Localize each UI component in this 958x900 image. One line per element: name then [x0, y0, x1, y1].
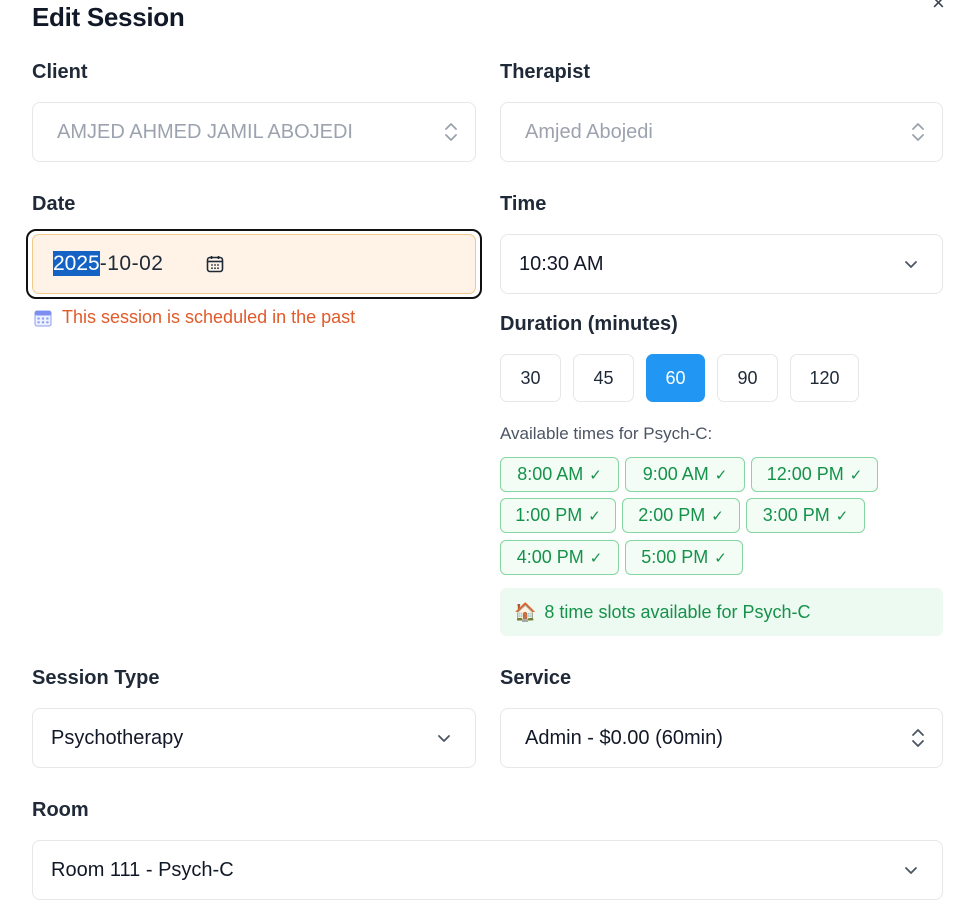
- time-slot[interactable]: 1:00 PM ✓: [500, 498, 616, 533]
- availability-summary-text: 8 time slots available for Psych-C: [544, 601, 811, 622]
- warning-text: This session is scheduled in the past: [62, 307, 356, 327]
- time-slot[interactable]: 5:00 PM ✓: [625, 540, 743, 575]
- available-times-heading: Available times for Psych-C:: [500, 424, 713, 443]
- chevron-down-icon: [905, 867, 917, 874]
- calendar-icon: [34, 310, 52, 326]
- duration-option-60[interactable]: 60: [646, 354, 705, 402]
- check-icon: ✓: [849, 466, 863, 484]
- time-slot[interactable]: 2:00 PM ✓: [622, 498, 740, 533]
- close-icon[interactable]: ×: [932, 0, 945, 14]
- updown-icon: [912, 123, 924, 141]
- room-select[interactable]: Room 111 - Psych-C: [32, 840, 943, 900]
- session-type-select[interactable]: Psychotherapy: [32, 708, 476, 768]
- calendar-icon[interactable]: [205, 254, 225, 274]
- availability-summary: 🏠 8 time slots available for Psych-C: [500, 588, 943, 636]
- room-value: Room 111 - Psych-C: [51, 858, 234, 881]
- duration-option-45[interactable]: 45: [573, 354, 634, 402]
- date-rest: -10-02: [99, 252, 164, 275]
- time-slot[interactable]: 12:00 PM ✓: [751, 457, 878, 492]
- date-input[interactable]: 2025 -10-02: [32, 234, 476, 294]
- session-type-value: Psychotherapy: [51, 726, 184, 749]
- date-year-segment[interactable]: 2025: [53, 251, 100, 276]
- time-label: Time: [500, 193, 547, 215]
- therapist-select[interactable]: Amjed Abojedi: [500, 102, 943, 162]
- updown-icon: [912, 729, 924, 747]
- house-icon: 🏠: [514, 601, 537, 622]
- time-value: 10:30 AM: [519, 252, 604, 275]
- check-icon: ✓: [835, 507, 849, 525]
- time-slot[interactable]: 8:00 AM ✓: [500, 457, 619, 492]
- check-icon: ✓: [714, 466, 728, 484]
- chevron-down-icon: [438, 735, 450, 742]
- check-icon: ✓: [589, 466, 602, 484]
- past-date-warning: This session is scheduled in the past: [34, 307, 355, 328]
- duration-option-90[interactable]: 90: [717, 354, 778, 402]
- check-icon: ✓: [714, 549, 727, 567]
- time-slot[interactable]: 4:00 PM ✓: [500, 540, 619, 575]
- duration-label: Duration (minutes): [500, 313, 678, 335]
- client-select[interactable]: AMJED AHMED JAMIL ABOJEDI: [32, 102, 476, 162]
- time-select[interactable]: 10:30 AM: [500, 234, 943, 294]
- check-icon: ✓: [711, 507, 724, 525]
- dialog-title: Edit Session: [32, 2, 185, 32]
- service-label: Service: [500, 667, 572, 689]
- room-label: Room: [32, 799, 89, 821]
- duration-option-120[interactable]: 120: [790, 354, 859, 402]
- therapist-label: Therapist: [500, 61, 591, 83]
- therapist-value: Amjed Abojedi: [525, 120, 653, 143]
- client-label: Client: [32, 61, 88, 83]
- updown-icon: [445, 123, 457, 141]
- duration-option-30[interactable]: 30: [500, 354, 561, 402]
- client-value: AMJED AHMED JAMIL ABOJEDI: [57, 120, 353, 143]
- chevron-down-icon: [905, 261, 917, 268]
- time-slot[interactable]: 9:00 AM ✓: [625, 457, 745, 492]
- time-slot[interactable]: 3:00 PM ✓: [746, 498, 865, 533]
- session-type-label: Session Type: [32, 667, 160, 689]
- check-icon: ✓: [588, 507, 601, 525]
- date-label: Date: [32, 193, 76, 215]
- service-value: Admin - $0.00 (60min): [525, 726, 723, 749]
- service-select[interactable]: Admin - $0.00 (60min): [500, 708, 943, 768]
- check-icon: ✓: [589, 549, 603, 567]
